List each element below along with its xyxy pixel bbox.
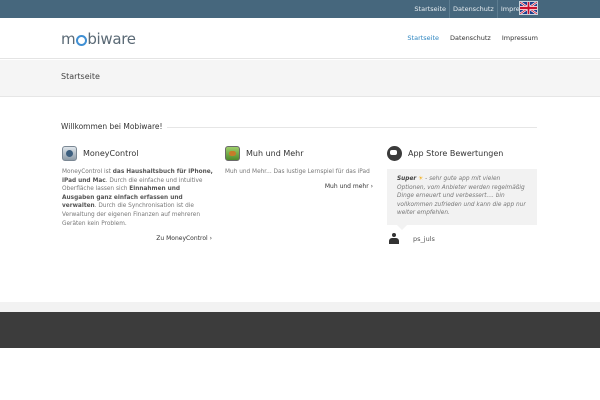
review-quote-text: - sehr gute app mit vielen Optionen, vom… bbox=[397, 176, 526, 217]
mobiware-logo[interactable]: m biware bbox=[61, 30, 136, 48]
muh-und-mehr-app-icon bbox=[225, 145, 240, 161]
reviews-header: App Store Bewertungen bbox=[387, 145, 537, 161]
uk-flag-icon[interactable] bbox=[519, 1, 538, 15]
speech-bubble-icon bbox=[387, 145, 402, 161]
moneycontrol-text-run: MoneyControl ist bbox=[62, 169, 113, 175]
muh-und-mehr-column: Muh und Mehr Muh und Mehr... Das lustige… bbox=[225, 145, 375, 190]
nav-item-impressum[interactable]: Impressum bbox=[502, 34, 538, 42]
top-link-datenschutz[interactable]: Datenschutz bbox=[449, 0, 497, 18]
reviewer-name: ps_juls bbox=[413, 234, 435, 243]
site-footer bbox=[0, 312, 600, 348]
moneycontrol-app-icon bbox=[62, 145, 77, 161]
moneycontrol-column: MoneyControl MoneyControl ist das Hausha… bbox=[62, 145, 214, 242]
moneycontrol-header: MoneyControl bbox=[62, 145, 214, 161]
reviews-title: App Store Bewertungen bbox=[408, 148, 504, 158]
review-quote-title: Super bbox=[397, 176, 417, 182]
logo-o-ring-icon bbox=[75, 34, 87, 46]
site-header: m biware Startseite Datenschutz Impressum bbox=[0, 18, 600, 59]
muh-und-mehr-header: Muh und Mehr bbox=[225, 145, 375, 161]
moneycontrol-link[interactable]: Zu MoneyControl › bbox=[156, 235, 212, 242]
moneycontrol-description: MoneyControl ist das Haushaltsbuch für i… bbox=[62, 168, 214, 228]
app-store-reviews-column: App Store Bewertungen Super ☀ - sehr gut… bbox=[387, 145, 537, 244]
muh-und-mehr-description: Muh und Mehr... Das lustige Lernspiel fü… bbox=[225, 169, 370, 175]
nav-item-datenschutz[interactable]: Datenschutz bbox=[450, 34, 491, 42]
welcome-text: Willkommen bei Mobiware! bbox=[61, 122, 167, 131]
logo-text-start: m bbox=[61, 30, 76, 48]
main-nav: Startseite Datenschutz Impressum bbox=[407, 34, 538, 42]
top-bar: Startseite Datenschutz Impressum bbox=[0, 0, 600, 18]
top-link-startseite[interactable]: Startseite bbox=[411, 0, 449, 18]
page-title-band: Startseite bbox=[0, 60, 600, 97]
reviewer: ps_juls bbox=[387, 233, 537, 244]
muh-und-mehr-title: Muh und Mehr bbox=[246, 148, 304, 158]
moneycontrol-title: MoneyControl bbox=[83, 148, 139, 158]
muh-und-mehr-link[interactable]: Muh und mehr › bbox=[325, 183, 373, 190]
logo-text-end: biware bbox=[87, 30, 136, 48]
welcome-heading: Willkommen bei Mobiware! bbox=[61, 122, 537, 132]
user-icon bbox=[389, 233, 399, 244]
review-quote: Super ☀ - sehr gute app mit vielen Optio… bbox=[387, 169, 537, 230]
nav-item-startseite[interactable]: Startseite bbox=[407, 34, 439, 42]
footer-top-strip bbox=[0, 302, 600, 312]
page-title: Startseite bbox=[61, 72, 100, 81]
